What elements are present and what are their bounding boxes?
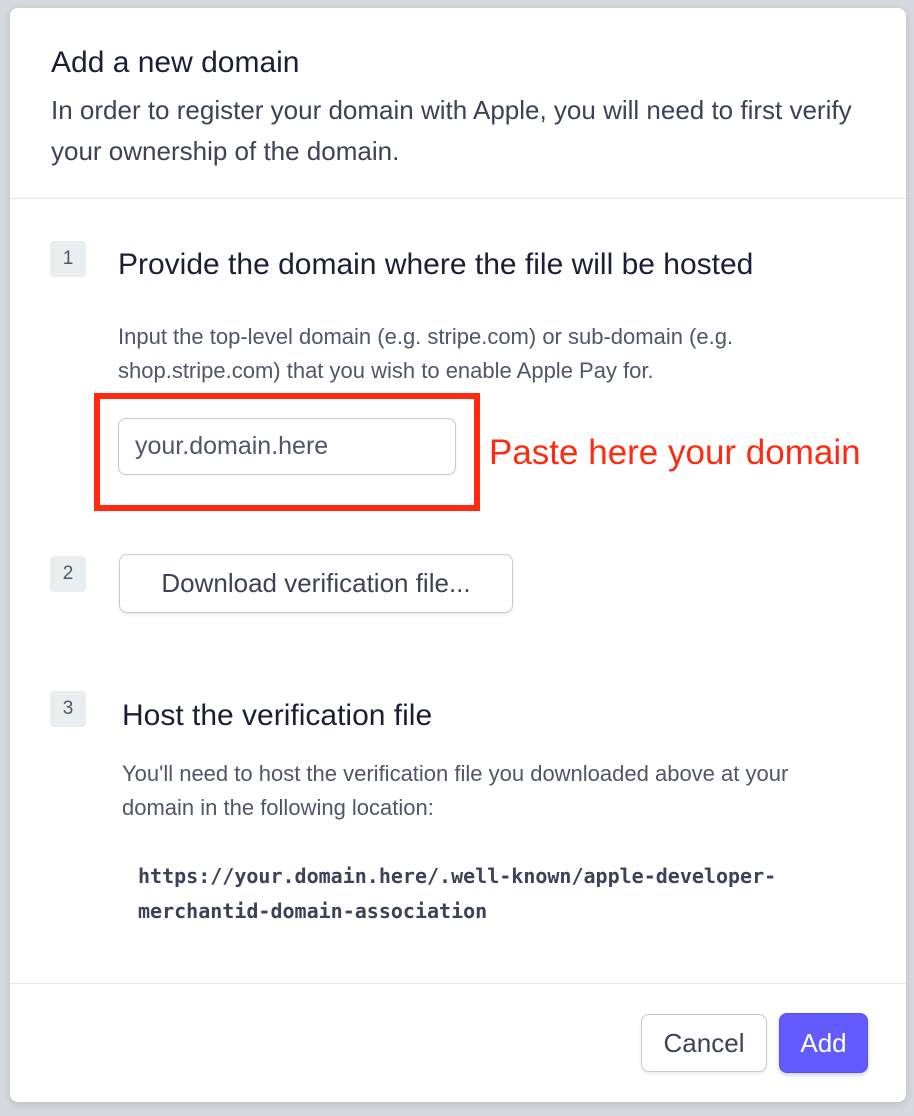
dialog-title: Add a new domain xyxy=(51,46,300,79)
add-button[interactable]: Add xyxy=(779,1013,868,1073)
annotation-text: Paste here your domain xyxy=(489,433,861,472)
cancel-button[interactable]: Cancel xyxy=(641,1014,767,1072)
step-1-description: Input the top-level domain (e.g. stripe.… xyxy=(118,324,734,383)
download-verification-file-button[interactable]: Download verification file... xyxy=(119,554,513,613)
verification-file-url: https://your.domain.here/.well-known/app… xyxy=(138,864,777,923)
step-1-number: 1 xyxy=(50,241,86,277)
footer-divider xyxy=(10,983,906,984)
add-domain-dialog: Add a new domain In order to register yo… xyxy=(10,8,906,1102)
step-2-number: 2 xyxy=(50,556,86,592)
dialog-description: In order to register your domain with Ap… xyxy=(51,95,852,166)
step-3-title: Host the verification file xyxy=(122,699,433,732)
highlight-box xyxy=(94,393,480,511)
step-3-number: 3 xyxy=(50,691,86,727)
dialog-header: Add a new domain In order to register yo… xyxy=(10,8,906,199)
step-1-title: Provide the domain where the file will b… xyxy=(118,248,754,281)
step-3-description: You'll need to host the verification fil… xyxy=(122,761,789,820)
